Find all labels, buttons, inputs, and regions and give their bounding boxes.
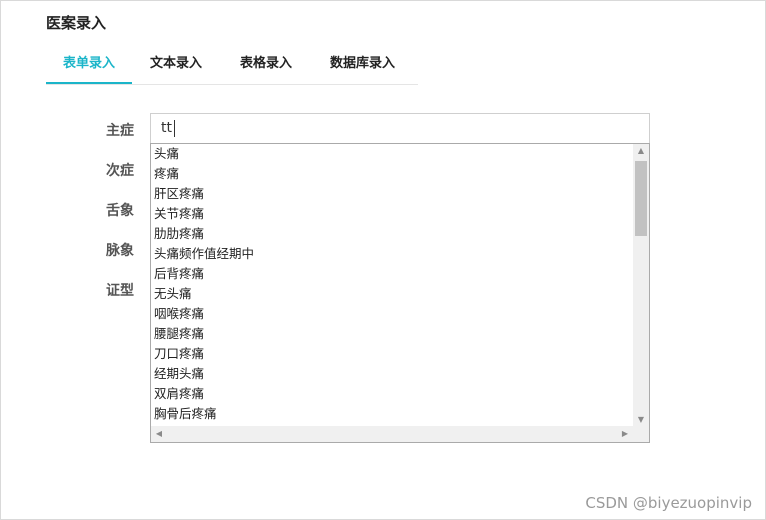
label-syndrome: 证型 [106,283,134,299]
suggestion-list: 头痛 疼痛 肝区疼痛 关节疼痛 肋肋疼痛 头痛频作值经期中 后背疼痛 无头痛 咽… [151,144,633,424]
autocomplete-listbox[interactable]: 头痛 疼痛 肝区疼痛 关节疼痛 肋肋疼痛 头痛频作值经期中 后背疼痛 无头痛 咽… [150,143,650,443]
suggestion-item[interactable]: 疼痛 [151,164,633,184]
label-pulse: 脉象 [106,243,134,259]
suggestion-item[interactable]: 头痛 [151,144,633,164]
scroll-left-arrow-icon[interactable]: ◀ [151,429,167,438]
suggestion-item[interactable]: 经期头痛 [151,364,633,384]
watermark: CSDN @biyezuopinvip [585,494,752,512]
suggestion-item[interactable]: 关节疼痛 [151,204,633,224]
tab-bar: 表单录入 文本录入 表格录入 数据库录入 [46,52,418,85]
suggestion-item[interactable]: 刀口疼痛 [151,344,633,364]
suggestion-item[interactable]: 咽喉疼痛 [151,304,633,324]
vertical-scrollbar[interactable]: ▲ ▼ [633,144,649,426]
scrollbar-corner [633,426,649,442]
page-title: 医案录入 [46,14,107,32]
vertical-scroll-thumb[interactable] [635,161,647,236]
suggestion-item[interactable]: 无头痛 [151,284,633,304]
scroll-down-arrow-icon[interactable]: ▼ [633,415,649,424]
suggestion-item[interactable]: 双肩疼痛 [151,384,633,404]
scroll-up-arrow-icon[interactable]: ▲ [633,146,649,155]
tab-text-entry[interactable]: 文本录入 [150,52,202,84]
suggestion-item[interactable]: 后背疼痛 [151,264,633,284]
label-tongue: 舌象 [106,203,134,219]
text-caret [174,120,175,137]
suggestion-item[interactable]: 肝区疼痛 [151,184,633,204]
main-symptom-input-value: tt [161,120,172,136]
scroll-right-arrow-icon[interactable]: ▶ [617,429,633,438]
label-main-symptom: 主症 [106,123,134,139]
tab-table-entry[interactable]: 表格录入 [240,52,292,84]
suggestion-item[interactable]: 腰腿疼痛 [151,324,633,344]
tab-database-entry[interactable]: 数据库录入 [330,52,395,84]
main-symptom-input[interactable]: tt [150,113,650,145]
suggestion-item[interactable]: 头痛频作值经期中 [151,244,633,264]
label-secondary-symptom: 次症 [106,163,134,179]
suggestion-item[interactable]: 肋肋疼痛 [151,224,633,244]
horizontal-scrollbar[interactable]: ◀ ▶ [151,426,633,442]
suggestion-item[interactable]: 胸骨后疼痛 [151,404,633,424]
tab-form-entry[interactable]: 表单录入 [46,52,132,84]
